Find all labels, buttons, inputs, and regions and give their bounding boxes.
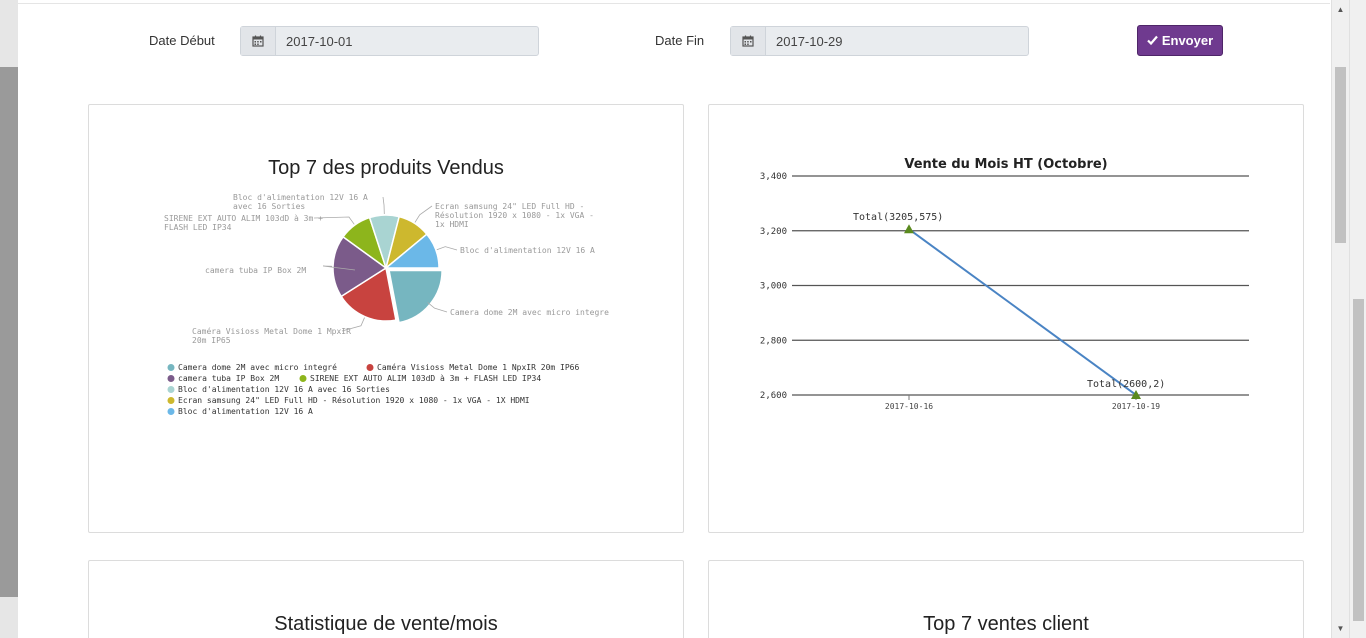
pie-chart: Camera dome 2M avec micro integre Caméra … [164,193,609,416]
date-filter-bar: Date Début Date Fin Envoyer [18,25,1330,57]
pie-slice [388,269,443,324]
legend-label: Bloc d'alimentation 12V 16 A avec 16 Sor… [178,385,390,394]
page-scrollbar-thumb[interactable] [1353,299,1364,621]
y-tick-label: 3,400 [760,172,787,182]
legend-label: Ecran samsung 24" LED Full HD - Résoluti… [178,395,530,405]
y-tick-label: 2,800 [760,336,787,346]
pie-callout-label: Bloc d'alimentation 12V 16 A [233,193,368,202]
y-tick-label: 3,200 [760,227,787,237]
pie-callout-label: Ecran samsung 24" LED Full HD - [435,202,584,211]
x-tick-label: 2017-10-16 [885,402,933,411]
pie-leader-line [414,205,433,223]
sales-stats-title: Statistique de vente/mois [274,613,498,635]
line-chart: Vente du Mois HT (Octobre) 2,600 2,800 3,00… [760,157,1249,411]
date-start-input[interactable] [276,27,536,55]
line-chart-title: Vente du Mois HT (Octobre) [904,157,1107,172]
pie-callout-label: SIRENE EXT AUTO ALIM 103dD à 3m + [164,214,323,223]
calendar-icon[interactable] [241,27,276,55]
pie-callout-label: avec 16 Sorties [233,202,305,211]
pie-callout-label: Camera dome 2M avec micro integre [450,308,609,317]
legend-swatch [167,397,175,404]
legend-swatch [366,364,374,371]
legend-label: Bloc d'alimentation 12V 16 A [178,407,313,416]
modal-scrollbar-thumb[interactable] [1335,67,1346,243]
legend-label: Camera dome 2M avec micro integré [178,362,337,372]
pie-callout-label: Résolution 1920 x 1080 - 1x VGA - [435,210,594,220]
top-clients-panel: Top 7 ventes client [708,560,1304,638]
date-end-group [730,26,1029,56]
pie-leader-line [436,246,458,251]
point-label: Total(3205,575) [853,212,943,223]
check-icon [1147,33,1158,48]
legend-label: SIRENE EXT AUTO ALIM 103dD à 3m + FLASH … [310,374,541,383]
pie-callout-label: camera tuba IP Box 2M [205,266,306,275]
page-scrollbar[interactable] [1349,0,1366,638]
pie-callout-label: FLASH LED IP34 [164,223,232,232]
legend-swatch [167,375,175,382]
date-end-label: Date Fin [655,33,705,48]
legend-label: camera tuba IP Box 2M [178,374,279,383]
sales-month-panel: Vente du Mois HT (Octobre) 2,600 2,800 3,00… [708,104,1304,533]
dashboard-modal: Date Début Date Fin Envoyer Top 7 des pr… [18,0,1330,638]
data-point [904,224,914,234]
y-tick-label: 2,600 [760,391,787,401]
pie-callout-label: 20m IP65 [192,336,231,345]
y-tick-label: 3,000 [760,282,787,292]
legend-label: Caméra Visioss Metal Dome 1 NpxIR 20m IP… [377,362,579,372]
calendar-icon[interactable] [731,27,766,55]
modal-scrollbar[interactable]: ▲ ▼ [1331,0,1349,638]
date-start-group [240,26,539,56]
legend-swatch [167,386,175,393]
send-button[interactable]: Envoyer [1137,25,1223,56]
pie-callout-label: Bloc d'alimentation 12V 16 A [460,246,595,255]
x-tick-label: 2017-10-19 [1112,402,1160,411]
top-products-panel: Top 7 des produits Vendus Camera dome 2M… [88,104,684,533]
legend-swatch [167,364,175,371]
send-button-label: Envoyer [1161,33,1214,48]
backdrop-left [0,0,18,638]
legend-swatch [167,408,175,415]
scroll-down-icon[interactable]: ▼ [1332,621,1349,635]
top-clients-title: Top 7 ventes client [923,613,1089,635]
date-end-input[interactable] [766,27,1026,55]
pie-callout-label: Caméra Visioss Metal Dome 1 MpxIR [192,326,351,336]
date-start-label: Date Début [149,33,215,48]
pie-callout-label: 1x HDMI [435,220,469,229]
point-label: Total(2600,2) [1087,379,1165,390]
scroll-up-icon[interactable]: ▲ [1332,2,1349,16]
series-line [908,228,1137,396]
legend-swatch [299,375,307,382]
sales-stats-panel: Statistique de vente/mois [88,560,684,638]
pie-leader-line [382,196,385,215]
